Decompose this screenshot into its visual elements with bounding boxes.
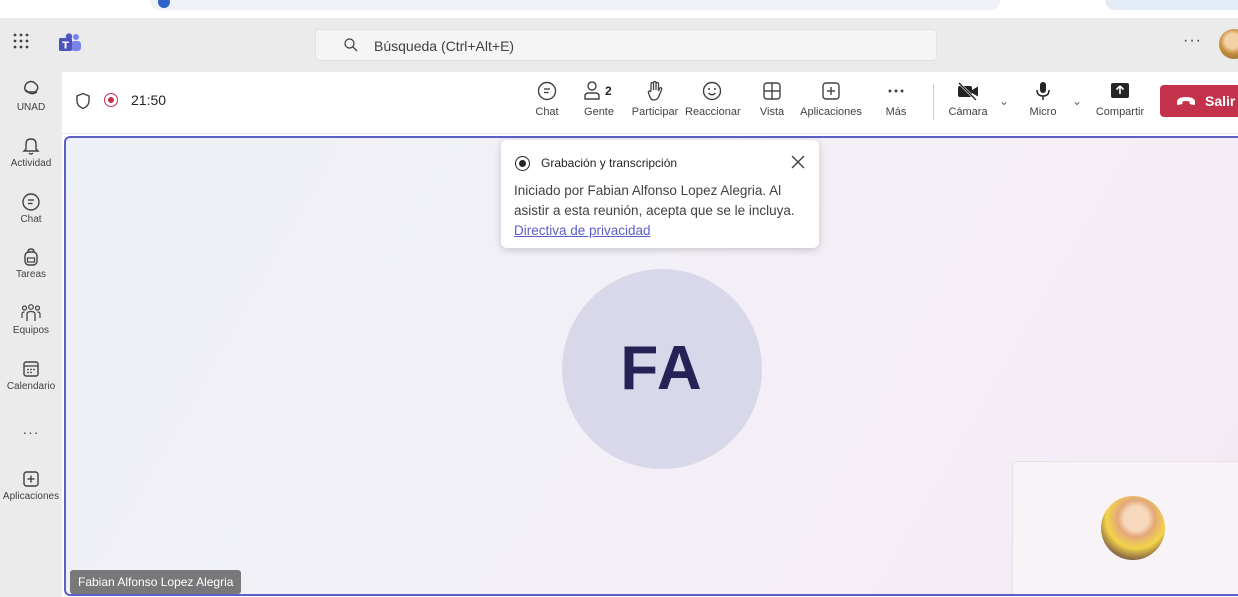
apps-label: Aplicaciones [800, 106, 862, 118]
rail-label: Tareas [15, 269, 46, 280]
more-options-icon[interactable]: ··· [1183, 32, 1202, 50]
participant-name-tag: Fabian Alfonso Lopez Alegria [70, 570, 242, 594]
search-icon [344, 38, 358, 52]
more-icon: ··· [22, 424, 40, 440]
self-view-tile[interactable] [1012, 461, 1238, 594]
share-label: Compartir [1095, 106, 1145, 118]
meeting-timer: 21:50 [131, 92, 167, 108]
leave-button[interactable]: Salir [1160, 85, 1238, 117]
browser-strip [0, 0, 1238, 12]
browser-address-bar[interactable] [150, 0, 1000, 10]
search-placeholder: Búsqueda (Ctrl+Alt+E) [374, 38, 515, 54]
org-icon [24, 80, 39, 95]
search-box[interactable]: Búsqueda (Ctrl+Alt+E) [315, 29, 937, 61]
camera-label: Cámara [948, 106, 988, 118]
more-icon [888, 89, 904, 93]
chat-icon [537, 81, 557, 101]
grid-view-icon [763, 82, 781, 100]
view-button[interactable]: Vista [755, 80, 789, 118]
rail-item-actividad[interactable]: Actividad [0, 136, 62, 169]
shield-icon[interactable] [75, 92, 91, 110]
backpack-icon [24, 248, 38, 266]
view-label: Vista [759, 106, 785, 118]
privacy-policy-link[interactable]: Directiva de privacidad [514, 223, 651, 238]
camera-off-icon [958, 82, 978, 101]
svg-text:T: T [62, 41, 69, 52]
raise-hand-button[interactable]: Participar [631, 80, 679, 118]
browser-favicon-icon [158, 0, 170, 8]
recording-icon [515, 156, 530, 171]
rail-item-aplicaciones[interactable]: Aplicaciones [0, 469, 62, 502]
camera-options-chevron-icon[interactable]: ⌄ [999, 94, 1009, 108]
meeting-header: 21:50 Chat 2 Gente Participar Reaccionar… [62, 72, 1238, 134]
hang-up-icon [1177, 97, 1195, 105]
waffle-icon[interactable] [10, 32, 32, 54]
people-icon [584, 81, 600, 100]
rail-item-unad[interactable]: UNAD [0, 80, 62, 113]
chat-button[interactable]: Chat [529, 80, 565, 118]
recording-icon [104, 93, 118, 107]
people-label: Gente [584, 106, 614, 118]
smiley-icon [702, 81, 722, 101]
participant-avatar[interactable]: FA [562, 269, 762, 469]
raise-hand-label: Participar [631, 106, 679, 118]
bell-icon [22, 138, 40, 155]
mic-options-chevron-icon[interactable]: ⌄ [1072, 94, 1082, 108]
browser-profile-pill[interactable] [1105, 0, 1238, 10]
apps-icon [23, 471, 39, 487]
rail-label: Actividad [10, 158, 52, 169]
app-rail: UNAD Actividad Chat Tareas Equipos Calen… [0, 72, 62, 597]
camera-button[interactable]: Cámara [946, 80, 990, 118]
people-button[interactable]: 2 Gente [579, 80, 619, 118]
people-count: 2 [605, 84, 612, 98]
chat-icon [22, 193, 40, 211]
rail-label: Equipos [12, 325, 50, 336]
more-button[interactable]: Más [880, 80, 912, 118]
rail-item-chat[interactable]: Chat [0, 192, 62, 225]
title-bar: T Búsqueda (Ctrl+Alt+E) ··· [0, 18, 1238, 72]
react-button[interactable]: Reaccionar [685, 80, 741, 118]
leave-label: Salir [1205, 93, 1236, 109]
rail-label: Aplicaciones [2, 491, 60, 502]
mic-label: Micro [1029, 106, 1057, 118]
rail-item-calendario[interactable]: Calendario [0, 359, 62, 392]
teams-icon [21, 304, 41, 321]
rail-item-more[interactable]: ··· [0, 422, 62, 440]
raise-hand-icon [647, 80, 663, 101]
rail-item-equipos[interactable]: Equipos [0, 303, 62, 336]
calendar-icon [23, 361, 39, 377]
profile-avatar[interactable] [1219, 29, 1238, 59]
teams-logo-icon[interactable]: T [58, 33, 82, 53]
chat-label: Chat [535, 106, 559, 118]
recording-notification: Grabación y transcripción Iniciado por F… [501, 140, 819, 248]
rail-label: UNAD [16, 102, 46, 113]
more-label: Más [885, 106, 907, 118]
notification-body: Iniciado por Fabian Alfonso Lopez Alegri… [514, 183, 795, 218]
notification-title: Grabación y transcripción [541, 156, 678, 170]
rail-label: Calendario [6, 381, 56, 392]
add-app-icon [822, 82, 840, 100]
rail-item-tareas[interactable]: Tareas [0, 247, 62, 280]
toolbar-divider [933, 84, 934, 120]
rail-label: Chat [20, 214, 42, 225]
self-avatar [1101, 496, 1165, 560]
microphone-icon [1036, 82, 1050, 100]
react-label: Reaccionar [685, 106, 741, 118]
share-button[interactable]: Compartir [1092, 80, 1148, 118]
mic-button[interactable]: Micro [1025, 80, 1061, 118]
apps-button[interactable]: Aplicaciones [798, 80, 864, 118]
share-screen-icon [1111, 83, 1129, 98]
close-icon[interactable] [790, 154, 806, 170]
